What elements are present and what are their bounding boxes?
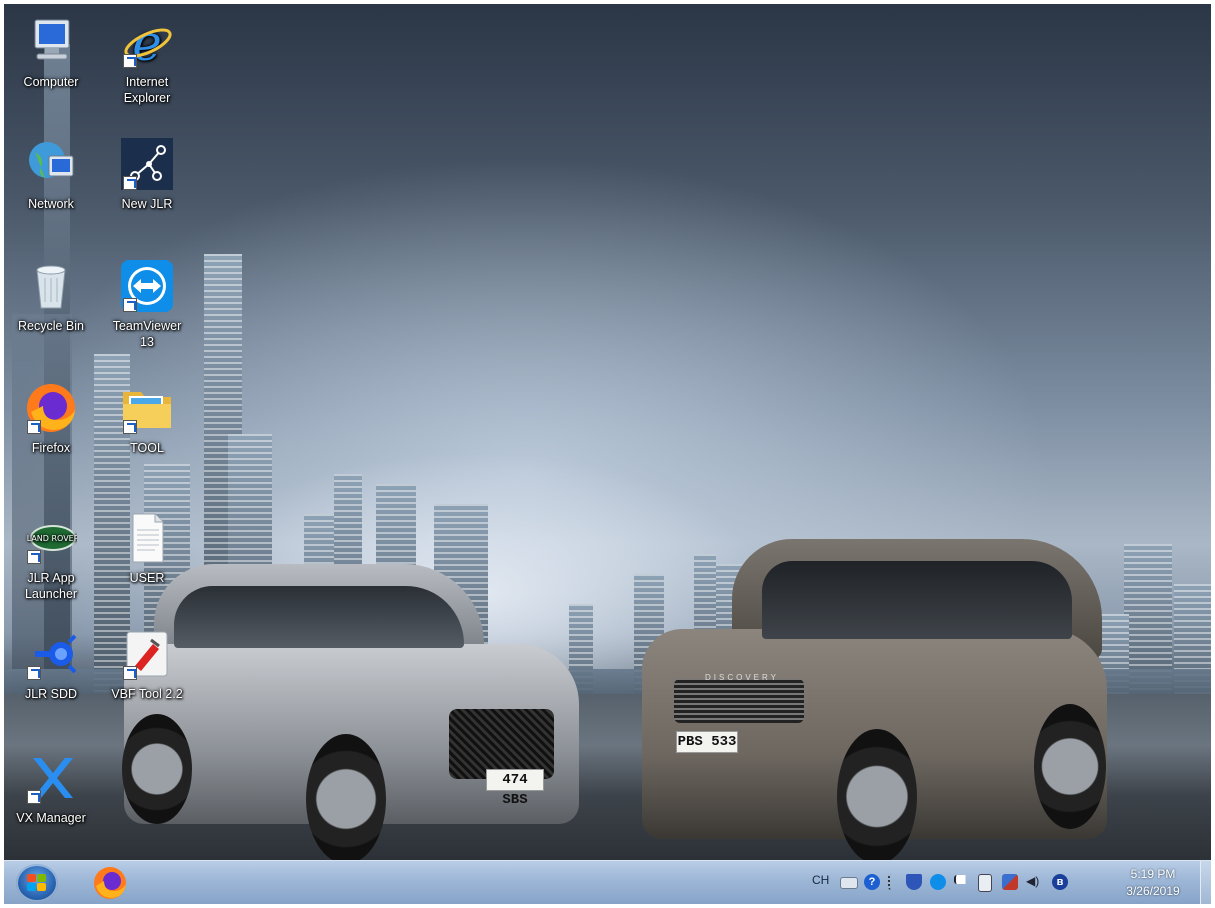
start-button[interactable] (16, 864, 58, 902)
taskbar-clock[interactable]: 5:19 PM 3/26/2019 (1108, 866, 1198, 900)
shortcut-arrow-icon (27, 550, 41, 564)
vx-manager-icon (25, 752, 77, 804)
antivirus-icon[interactable] (906, 874, 922, 890)
license-plate-right: PBS 533 (676, 731, 738, 753)
computer-icon (25, 16, 77, 68)
desktop-icon-jlr-app-launcher[interactable]: LAND ROVER JLR App Launcher (12, 512, 90, 602)
tray-expand-icon[interactable] (888, 874, 898, 890)
volume-icon[interactable]: ◀) (1026, 874, 1044, 890)
windows-logo-icon (27, 874, 47, 892)
desktop-icon-recycle-bin[interactable]: Recycle Bin (12, 260, 90, 334)
internet-explorer-icon: e (121, 14, 173, 72)
shortcut-arrow-icon (27, 420, 41, 434)
bluetooth-icon[interactable]: ʙ (1052, 874, 1068, 890)
desktop-icon-label: Internet Explorer (123, 75, 171, 105)
taskbar-firefox-button[interactable] (92, 865, 128, 901)
license-plate-left: 474 SBS (486, 769, 544, 808)
help-icon[interactable]: ? (864, 874, 880, 890)
shortcut-arrow-icon (123, 176, 137, 190)
teamviewer-tray-icon[interactable] (930, 874, 946, 890)
desktop-icon-label: Firefox (31, 441, 71, 455)
desktop-icon-jlr-sdd[interactable]: JLR SDD (12, 628, 90, 702)
text-file-icon (121, 512, 173, 564)
desktop-icon-label: JLR SDD (24, 687, 78, 701)
network-icon (25, 138, 77, 190)
desktop-icon-label: Network (28, 197, 74, 211)
shortcut-arrow-icon (123, 420, 137, 434)
shortcut-arrow-icon (123, 298, 137, 312)
language-indicator[interactable]: CH (812, 873, 829, 887)
vbf-tool-icon (121, 628, 173, 680)
desktop-icon-label: VBF Tool 2.2 (111, 687, 183, 701)
desktop-icon-firefox[interactable]: Firefox (12, 382, 90, 456)
desktop-icon-vbf-tool[interactable]: VBF Tool 2.2 (108, 628, 186, 702)
teamviewer-icon (121, 260, 173, 312)
grey-suv: DISCOVERY PBS 533 (642, 539, 1112, 864)
desktop-icon-user[interactable]: USER (108, 512, 186, 586)
system-tray: CH ? ◀) ʙ (810, 861, 1100, 904)
device-icon[interactable] (978, 874, 992, 892)
discovery-badge: DISCOVERY (705, 673, 779, 682)
firefox-icon (94, 867, 126, 899)
taskbar: CH ? ◀) ʙ 5:19 PM 3/26/2019 (4, 860, 1211, 904)
desktop-icon-label: Recycle Bin (18, 319, 84, 333)
desktop-icon-label: New JLR (121, 197, 173, 211)
new-jlr-icon (121, 138, 173, 190)
desktop-icon-label: USER (129, 571, 165, 585)
desktop: 474 SBS DISCOVERY PBS 533 Computer e Int… (4, 4, 1211, 904)
desktop-icon-network[interactable]: Network (12, 138, 90, 212)
firefox-icon (25, 382, 77, 434)
svg-text:LAND ROVER: LAND ROVER (27, 534, 77, 543)
show-desktop-button[interactable] (1200, 861, 1211, 904)
recycle-bin-icon (25, 260, 77, 312)
shortcut-arrow-icon (27, 790, 41, 804)
action-center-flag-icon[interactable] (954, 875, 972, 884)
desktop-icon-label: VX Manager (16, 811, 86, 825)
jlr-app-launcher-icon: LAND ROVER (25, 512, 80, 564)
clock-time: 5:19 PM (1130, 867, 1176, 881)
shortcut-arrow-icon (27, 666, 41, 680)
folder-icon (121, 382, 173, 434)
desktop-icon-label: TOOL (130, 441, 164, 455)
shortcut-arrow-icon (123, 54, 137, 68)
keyboard-icon[interactable] (840, 877, 858, 889)
silver-suv: 474 SBS (114, 564, 584, 864)
desktop-icon-label: TeamViewer 13 (112, 319, 182, 349)
shortcut-arrow-icon (123, 666, 137, 680)
desktop-icon-label: JLR App Launcher (24, 571, 78, 601)
desktop-icon-teamviewer[interactable]: TeamViewer 13 (108, 260, 186, 350)
desktop-icon-new-jlr[interactable]: New JLR (108, 138, 186, 212)
desktop-icon-label: Computer (23, 75, 79, 89)
desktop-icon-computer[interactable]: Computer (12, 16, 90, 90)
network-tray-icon[interactable] (1002, 874, 1018, 890)
clock-date: 3/26/2019 (1126, 884, 1180, 898)
desktop-icon-tool[interactable]: TOOL (108, 382, 186, 456)
desktop-icon-internet-explorer[interactable]: e Internet Explorer (108, 14, 186, 106)
desktop-icon-vx-manager[interactable]: VX Manager (12, 752, 90, 826)
jlr-sdd-icon (25, 628, 77, 680)
